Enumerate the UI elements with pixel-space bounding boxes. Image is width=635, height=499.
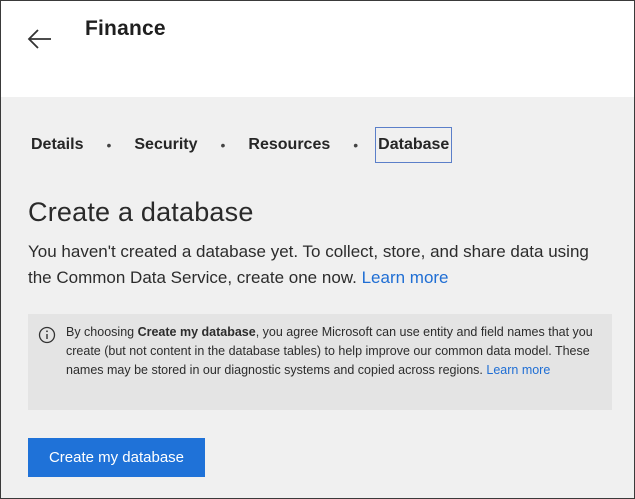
tab-resources[interactable]: Resources — [245, 130, 333, 160]
notice-text-prefix: By choosing — [66, 325, 138, 339]
main-content: Details • Security • Resources • Databas… — [1, 97, 634, 498]
tab-bar: Details • Security • Resources • Databas… — [28, 127, 453, 163]
back-button[interactable] — [25, 23, 57, 55]
notice-learn-more-link[interactable]: Learn more — [486, 363, 550, 377]
tab-separator: • — [106, 137, 112, 153]
page-title: Create a database — [28, 197, 254, 227]
tab-database[interactable]: Database — [375, 127, 453, 163]
info-icon — [38, 326, 56, 344]
header: Finance — [1, 1, 634, 97]
tab-details[interactable]: Details — [28, 130, 86, 160]
arrow-left-icon — [27, 29, 51, 49]
create-database-button[interactable]: Create my database — [28, 438, 205, 477]
description: You haven't created a database yet. To c… — [28, 239, 613, 291]
notice-text: By choosing Create my database, you agre… — [66, 323, 604, 380]
learn-more-link[interactable]: Learn more — [362, 268, 449, 287]
consent-notice: By choosing Create my database, you agre… — [28, 314, 612, 410]
notice-text-bold: Create my database — [137, 325, 256, 339]
app-title: Finance — [85, 17, 166, 40]
description-text: You haven't created a database yet. To c… — [28, 242, 589, 287]
tab-separator: • — [220, 137, 226, 153]
tab-security[interactable]: Security — [131, 130, 200, 160]
tab-separator: • — [353, 137, 359, 153]
app-window: Finance Details • Security • Resources •… — [0, 0, 635, 499]
